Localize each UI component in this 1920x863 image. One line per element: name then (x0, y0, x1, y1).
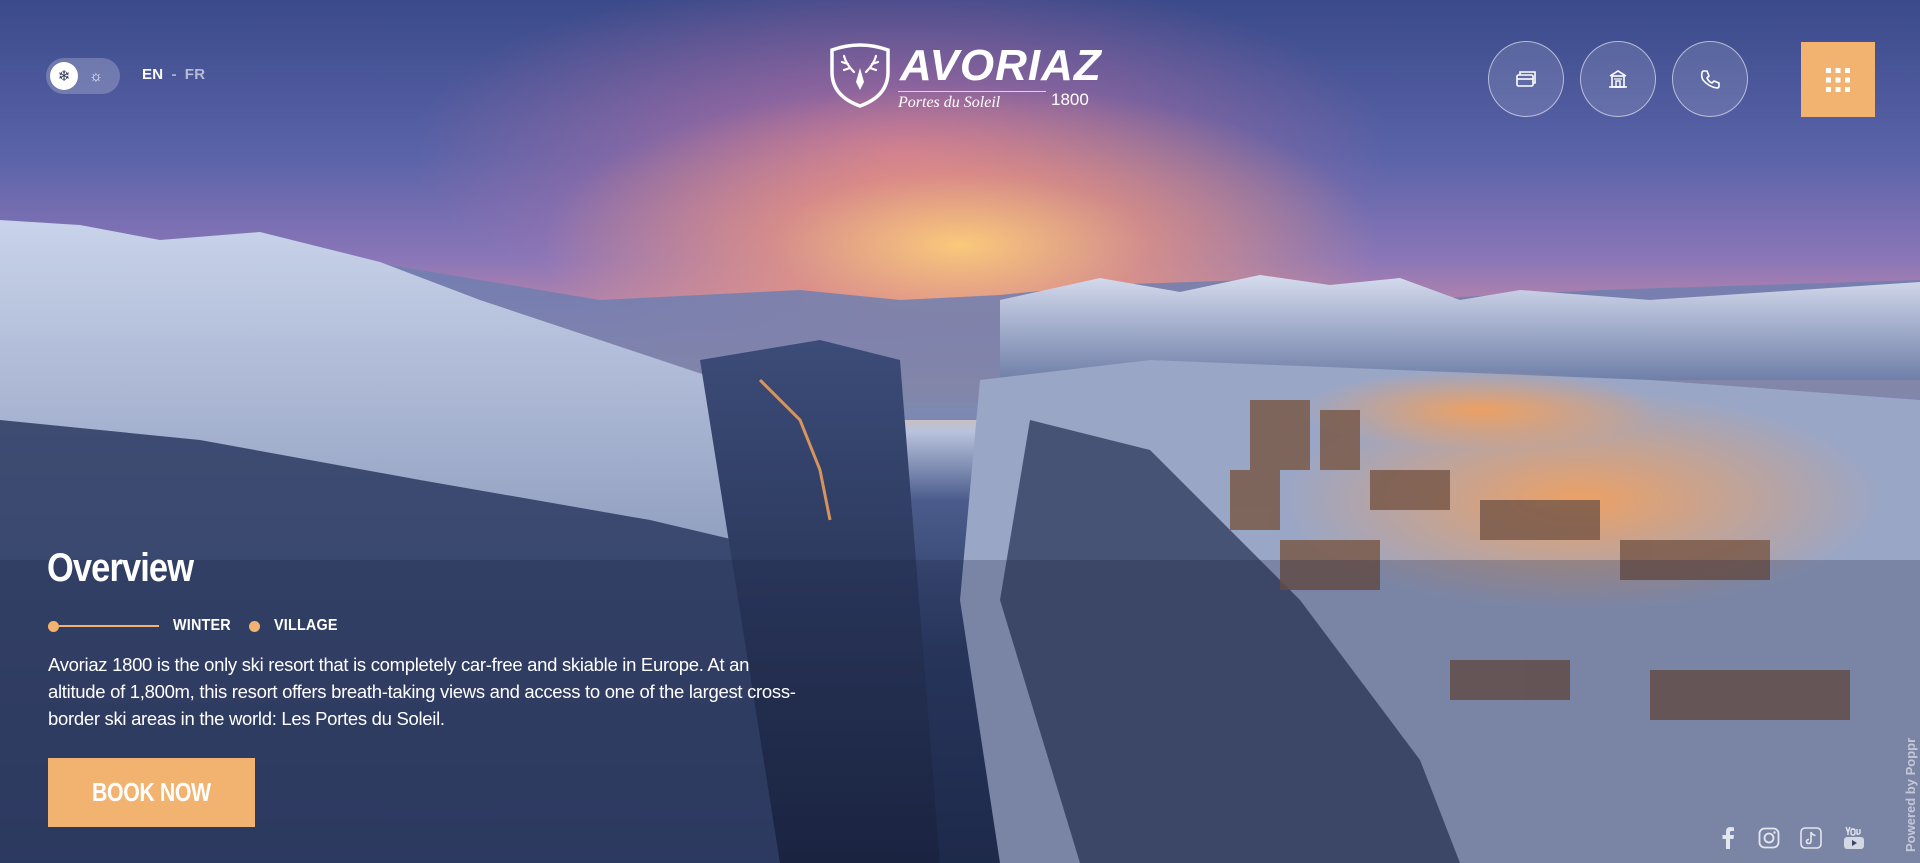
deer-crest-icon (830, 43, 890, 108)
language-switcher: EN - FR (142, 66, 205, 83)
book-now-label: BOOK NOW (92, 777, 211, 807)
lang-en[interactable]: EN (142, 66, 163, 83)
tab-village[interactable]: VILLAGE (274, 617, 338, 635)
tab-indicator-line (59, 625, 159, 627)
instagram-icon[interactable] (1757, 826, 1781, 850)
tab-indicator-dot (48, 620, 59, 632)
logo-tagline: Portes du Soleil (898, 94, 1001, 111)
tab-dot (249, 620, 261, 632)
hotel-building-icon (1609, 70, 1627, 88)
book-now-button[interactable]: BOOK NOW (48, 758, 255, 827)
mountain-landscape (0, 220, 1920, 863)
logo-brand: AVORIAZ (900, 41, 1102, 90)
ski-pass-button[interactable] (1488, 41, 1564, 117)
lang-separator: - (171, 66, 177, 83)
snowflake-icon[interactable]: ❄ (50, 62, 78, 90)
powered-by-label[interactable]: Powered by Poppr (1903, 738, 1918, 852)
ticket-card-icon (1516, 71, 1536, 87)
grid-menu-icon (1826, 67, 1850, 92)
hero-background (0, 0, 1920, 863)
menu-button[interactable] (1801, 42, 1875, 117)
logo-rule (898, 91, 1046, 92)
overview-description: Avoriaz 1800 is the only ski resort that… (48, 654, 796, 729)
tiktok-icon[interactable] (1799, 826, 1823, 850)
tab-winter[interactable]: WINTER (173, 617, 231, 635)
lang-fr[interactable]: FR (185, 66, 206, 83)
accommodation-button[interactable] (1580, 41, 1656, 117)
avoriaz-logo[interactable]: AVORIAZ Portes du Soleil 1800 (824, 40, 1101, 120)
sun-icon[interactable]: ☼ (82, 62, 110, 90)
youtube-icon[interactable] (1842, 826, 1866, 850)
contact-button[interactable] (1672, 41, 1748, 117)
facebook-icon[interactable] (1716, 826, 1740, 850)
season-toggle[interactable]: ❄ ☼ (46, 58, 120, 94)
phone-icon (1700, 70, 1720, 89)
logo-altitude: 1800 (1051, 90, 1089, 109)
page-title: Overview (47, 546, 194, 590)
section-tabs: WINTER VILLAGE (48, 616, 345, 636)
